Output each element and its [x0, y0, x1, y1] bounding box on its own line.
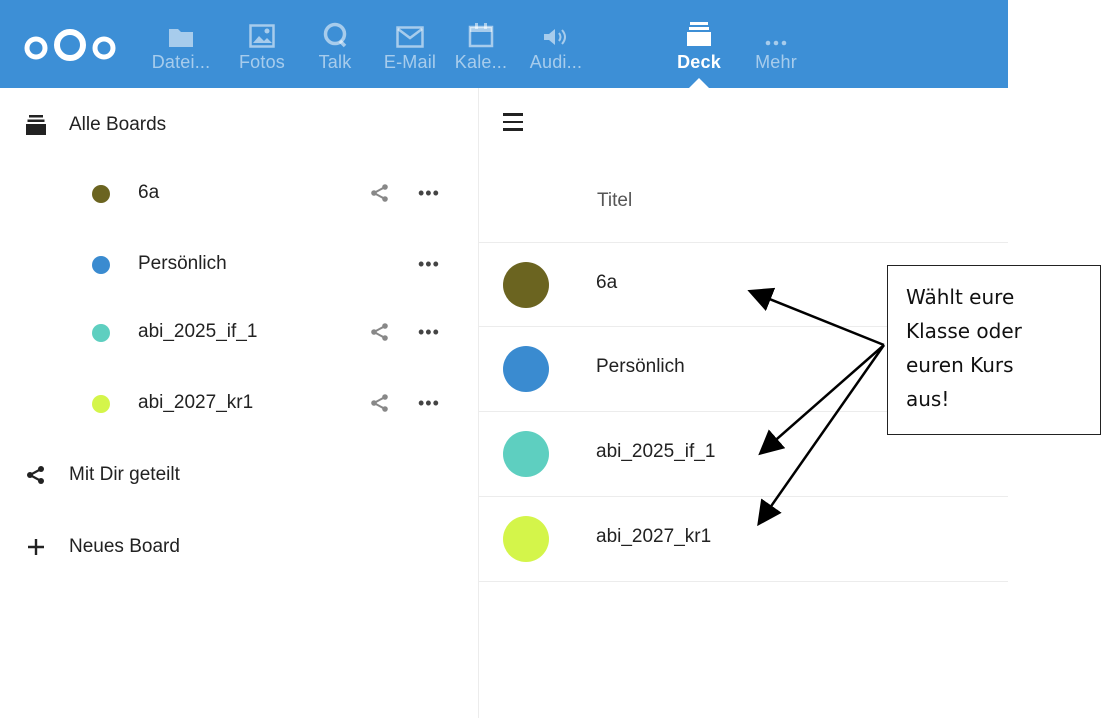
callout-line: euren Kurs: [906, 353, 1014, 377]
annotation-arrow: [747, 287, 885, 347]
callout-line: Klasse oder: [906, 319, 1022, 343]
annotation-arrow: [757, 344, 886, 527]
callout-line: aus!: [906, 387, 950, 411]
annotation-arrow: [758, 344, 885, 456]
callout-line: Wählt eure: [906, 285, 1015, 309]
instruction-callout: Wählt eure Klasse oder euren Kurs aus!: [887, 265, 1101, 435]
